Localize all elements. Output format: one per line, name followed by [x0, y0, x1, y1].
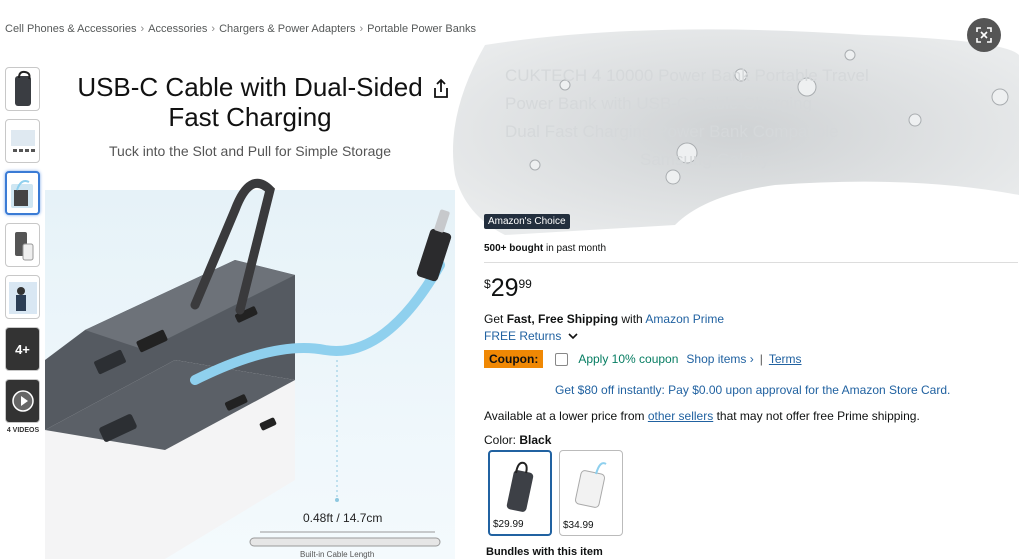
play-video-icon — [11, 390, 34, 412]
amazon-prime-link[interactable]: Amazon Prime — [645, 312, 724, 326]
phone-thumb-icon — [14, 232, 33, 261]
shipping-highlight: Fast, Free Shipping — [506, 312, 619, 326]
breadcrumb-item[interactable]: Chargers & Power Adapters — [219, 23, 355, 35]
white-power-bank-image — [574, 462, 607, 508]
bundles-heading: Bundles with this item — [486, 546, 603, 558]
amazons-choice-badge[interactable]: Amazon's Choice — [484, 214, 570, 229]
color-swatch-white[interactable]: $34.99 — [559, 450, 623, 536]
shipping-with: with — [618, 312, 646, 326]
product-title-obscured-line2: Power Bank with USB-C Cable Charging — [505, 94, 813, 113]
shop-items-link[interactable]: Shop items › — [686, 352, 753, 366]
other-sellers-prefix: Available at a lower price from — [484, 409, 648, 423]
chevron-down-icon — [568, 333, 578, 340]
other-sellers-link[interactable]: other sellers — [648, 409, 713, 423]
thumbnail-more[interactable]: 4+ — [5, 327, 40, 371]
breadcrumb-separator: › — [211, 23, 216, 35]
free-returns-dropdown[interactable]: FREE Returns — [484, 329, 578, 343]
color-label-prefix: Color: — [484, 433, 520, 447]
breadcrumb-separator: › — [140, 23, 145, 35]
expand-icon — [976, 27, 992, 43]
coupon-checkbox[interactable] — [555, 352, 569, 366]
bought-count-number: 500+ bought — [484, 243, 544, 254]
breadcrumb-separator: › — [359, 23, 364, 35]
separator-pipe: | — [759, 352, 763, 366]
cable-thumb-icon — [10, 180, 33, 208]
power-bank-illustration — [45, 178, 452, 559]
thumbnail-video[interactable] — [5, 379, 40, 423]
free-returns-label: FREE Returns — [484, 329, 562, 343]
breadcrumb-item[interactable]: Accessories — [148, 23, 207, 35]
black-power-bank-image — [506, 461, 534, 512]
coupon-row: Coupon: Apply 10% coupon Shop items › | … — [484, 349, 802, 369]
main-product-image[interactable]: USB-C Cable with Dual-Sided Fast Chargin… — [45, 60, 455, 559]
apply-coupon-label[interactable]: Apply 10% coupon — [578, 352, 678, 366]
price-symbol: $ — [484, 277, 491, 291]
product-price: $2999 — [484, 274, 532, 303]
other-sellers-info: Available at a lower price from other se… — [484, 409, 920, 423]
lifestyle-thumb-icon — [8, 282, 37, 314]
product-title-obscured-line1: CUKTECH 4 10000 Power Bank Portable Trav… — [505, 66, 869, 85]
terms-link[interactable]: Terms — [769, 352, 802, 366]
product-title-obscured-line4: Samsung Galaxy — [640, 150, 770, 169]
expand-image-button[interactable] — [967, 18, 1001, 52]
thumbnail-2[interactable] — [5, 119, 40, 163]
price-whole: 29 — [490, 274, 519, 302]
product-title-obscured-line3: Dual Fast Charging Power Bank Compatible — [505, 122, 839, 141]
selected-color: Black — [519, 433, 552, 447]
other-sellers-suffix: that may not offer free Prime shipping. — [713, 409, 920, 423]
power-bank-thumb-icon — [14, 70, 31, 106]
price-cents: 99 — [518, 277, 532, 291]
color-selection-label: Color: Black — [484, 433, 551, 447]
color-swatch-black[interactable]: $29.99 — [488, 450, 552, 536]
store-card-offer-link[interactable]: Get $80 off instantly: Pay $0.00 upon ap… — [555, 383, 950, 397]
bought-count: 500+ bought in past month — [484, 243, 606, 254]
more-images-count: 4+ — [15, 341, 30, 357]
cable-length-label: 0.48ft / 14.7cm — [303, 511, 383, 525]
divider — [484, 262, 1018, 263]
breadcrumb-item[interactable]: Cell Phones & Accessories — [5, 23, 136, 35]
shipping-info: Get Fast, Free Shipping with Amazon Prim… — [484, 312, 724, 326]
ports-thumb-icon — [10, 130, 35, 152]
videos-count-label[interactable]: 4 VIDEOS — [3, 427, 43, 434]
thumbnail-strip: 4+ 4 VIDEOS — [5, 67, 41, 434]
shipping-prefix: Get — [484, 312, 507, 326]
thumbnail-3[interactable] — [5, 171, 40, 215]
thumbnail-1[interactable] — [5, 67, 40, 111]
cable-length-caption: Built-in Cable Length — [300, 550, 375, 559]
swatch-price: $34.99 — [563, 520, 594, 531]
thumbnail-4[interactable] — [5, 223, 40, 267]
swatch-price: $29.99 — [493, 519, 524, 530]
coupon-tag: Coupon: — [484, 350, 544, 368]
bought-count-period: in past month — [543, 243, 606, 254]
thumbnail-5[interactable] — [5, 275, 40, 319]
breadcrumb: Cell Phones & Accessories › Accessories › Ch… — [5, 23, 476, 35]
